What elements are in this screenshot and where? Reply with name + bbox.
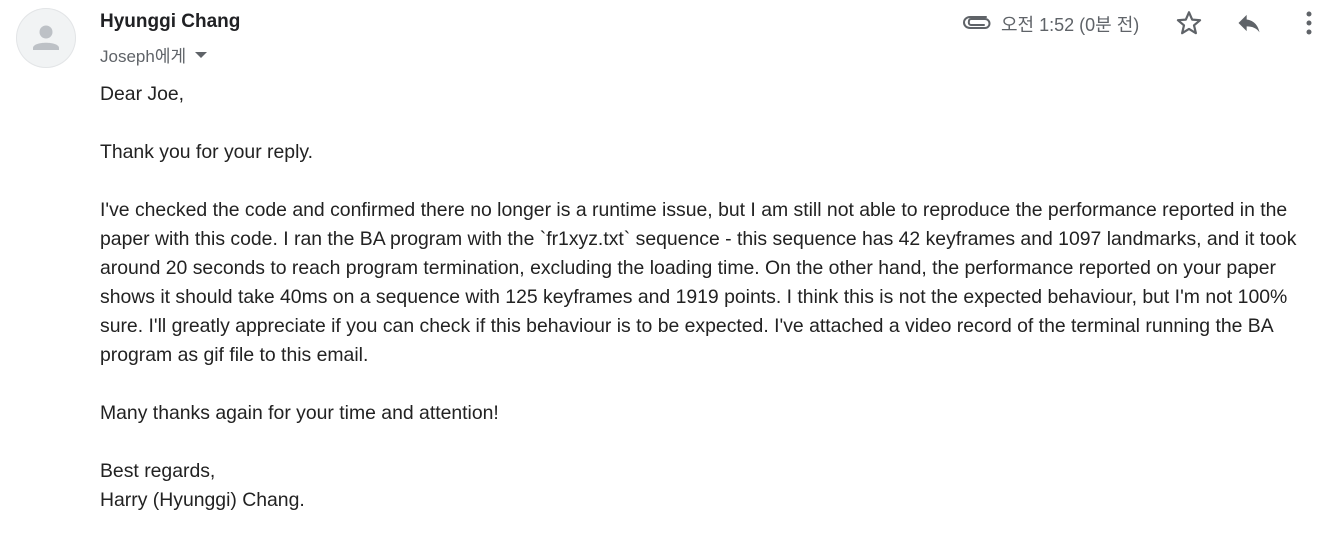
recipient-line[interactable]: Joseph에게 [100,42,208,67]
person-icon [33,25,59,50]
more-vert-icon [1306,11,1312,35]
star-icon [1176,11,1202,35]
message-paragraph: Many thanks again for your time and atte… [100,402,499,424]
reply-button[interactable] [1230,4,1268,42]
message-body: Dear Joe, Thank you for your reply. I've… [100,80,1320,515]
message-paragraph: Thank you for your reply. [100,141,314,163]
closing: Best regards, [100,460,216,482]
more-options-button[interactable] [1294,4,1324,42]
avatar[interactable] [16,8,76,68]
timestamp: 오전 1:52 (0분 전) [1001,15,1140,35]
reply-icon [1238,14,1260,33]
caret-down-icon[interactable] [195,51,208,58]
greeting: Dear Joe, [100,83,185,105]
message-paragraph: I've checked the code and confirmed ther… [100,199,1297,366]
paperclip-icon [962,12,992,37]
signature: Harry (Hyunggi) Chang. [100,489,305,511]
star-button[interactable] [1170,4,1208,42]
recipient-label: Joseph에게 [100,47,187,66]
sender-name[interactable]: Hyunggi Chang [100,11,240,33]
